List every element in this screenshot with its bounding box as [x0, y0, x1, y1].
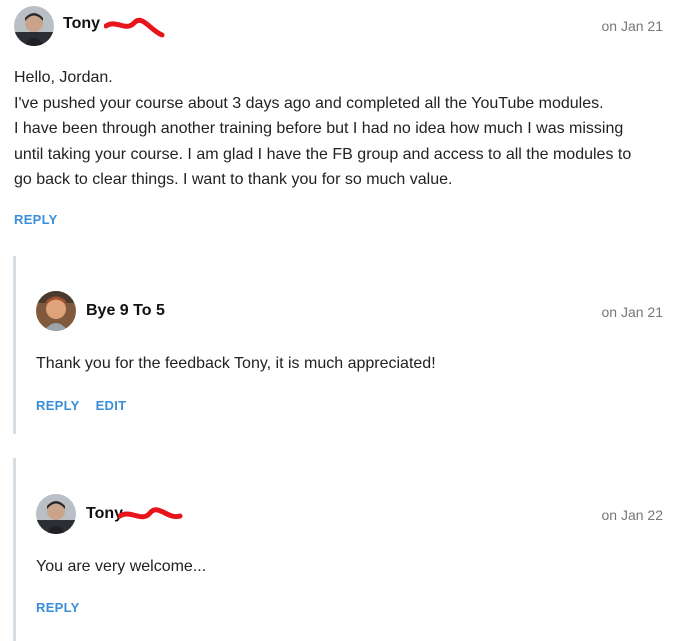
tony-avatar-icon: [14, 6, 54, 46]
comment-line: I've pushed your course about 3 days ago…: [14, 94, 604, 112]
comment-bye9to5: Bye 9 To 5 on Jan 21 Thank you for the f…: [0, 256, 675, 434]
comment-author[interactable]: Bye 9 To 5: [86, 302, 165, 320]
comment-body: You are very welcome...: [36, 558, 207, 575]
bye9to5-avatar-icon: [36, 291, 76, 331]
comment-line: I have been through another training bef…: [14, 120, 624, 137]
redaction-scribble-icon: [118, 507, 183, 520]
comment-actions: REPLY EDIT: [36, 398, 138, 413]
reply-button[interactable]: REPLY: [14, 212, 58, 227]
avatar[interactable]: [36, 291, 76, 331]
tony-avatar-icon: [36, 494, 76, 534]
comment-body: Hello, Jordan. I've pushed your course a…: [14, 65, 664, 193]
comment-line: Hello, Jordan.: [14, 69, 113, 86]
comment-author[interactable]: Tony: [86, 505, 123, 523]
comment-actions: REPLY: [36, 600, 92, 615]
avatar[interactable]: [14, 6, 54, 46]
avatar[interactable]: [36, 494, 76, 534]
redaction-scribble-icon: [104, 17, 165, 38]
reply-button[interactable]: REPLY: [36, 398, 80, 413]
comment-line: until taking your course. I am glad I ha…: [14, 145, 632, 163]
comment-date: on Jan 21: [601, 304, 664, 320]
comment-tony-2: Tony on Jan 22 You are very welcome... R…: [0, 458, 675, 641]
comment-body: Thank you for the feedback Tony, it is m…: [36, 355, 436, 372]
comment-author[interactable]: Tony: [63, 15, 100, 33]
comment-tony-1: Tony on Jan 21 Hello, Jordan. I've pushe…: [0, 0, 675, 240]
comment-line: go back to clear things. I want to thank…: [14, 171, 453, 188]
comment-date: on Jan 21: [601, 18, 664, 34]
reply-button[interactable]: REPLY: [36, 600, 80, 615]
comment-actions: REPLY: [14, 212, 70, 227]
edit-button[interactable]: EDIT: [96, 398, 127, 413]
comment-date: on Jan 22: [601, 507, 664, 523]
